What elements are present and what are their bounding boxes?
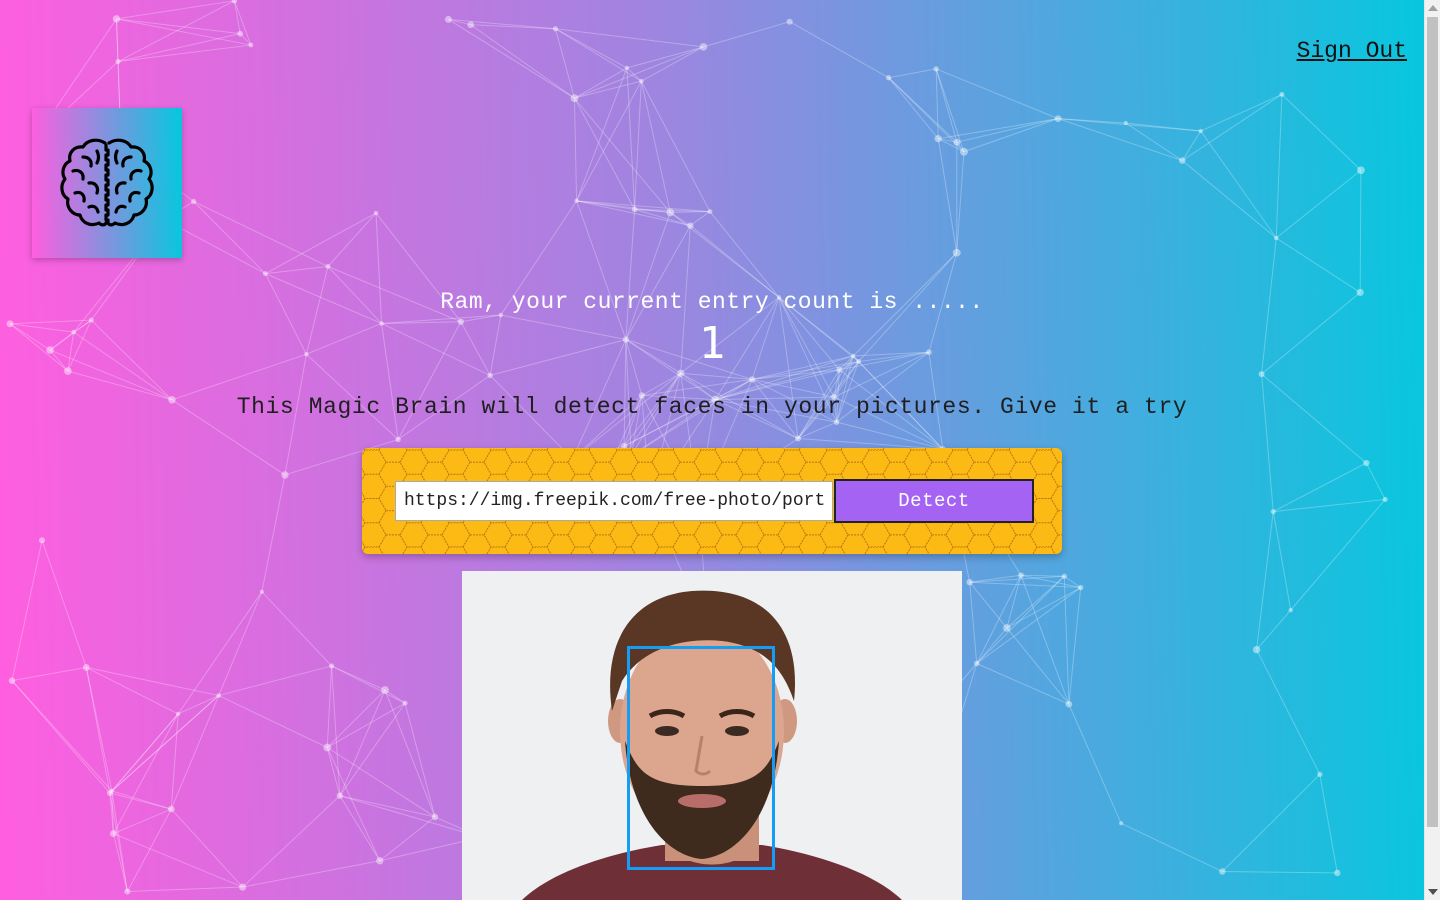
entry-count-value: 1 xyxy=(698,318,726,369)
scroll-down-icon[interactable] xyxy=(1428,889,1438,895)
image-url-input[interactable] xyxy=(395,481,833,521)
logo-card xyxy=(32,108,182,258)
image-link-form: Detect xyxy=(362,448,1062,554)
brain-icon xyxy=(60,138,154,227)
result-image xyxy=(462,571,962,900)
intro-text: This Magic Brain will detect faces in yo… xyxy=(236,394,1188,420)
face-bounding-box xyxy=(627,646,775,870)
page-scrollbar[interactable] xyxy=(1424,0,1440,900)
sign-out-link[interactable]: Sign Out xyxy=(1297,38,1407,64)
scroll-thumb[interactable] xyxy=(1427,17,1438,827)
detect-button[interactable]: Detect xyxy=(834,479,1034,523)
scroll-up-icon[interactable] xyxy=(1428,5,1438,11)
entry-count-message: Ram, your current entry count is ..... xyxy=(440,289,984,315)
navigation: Sign Out xyxy=(1297,38,1407,64)
